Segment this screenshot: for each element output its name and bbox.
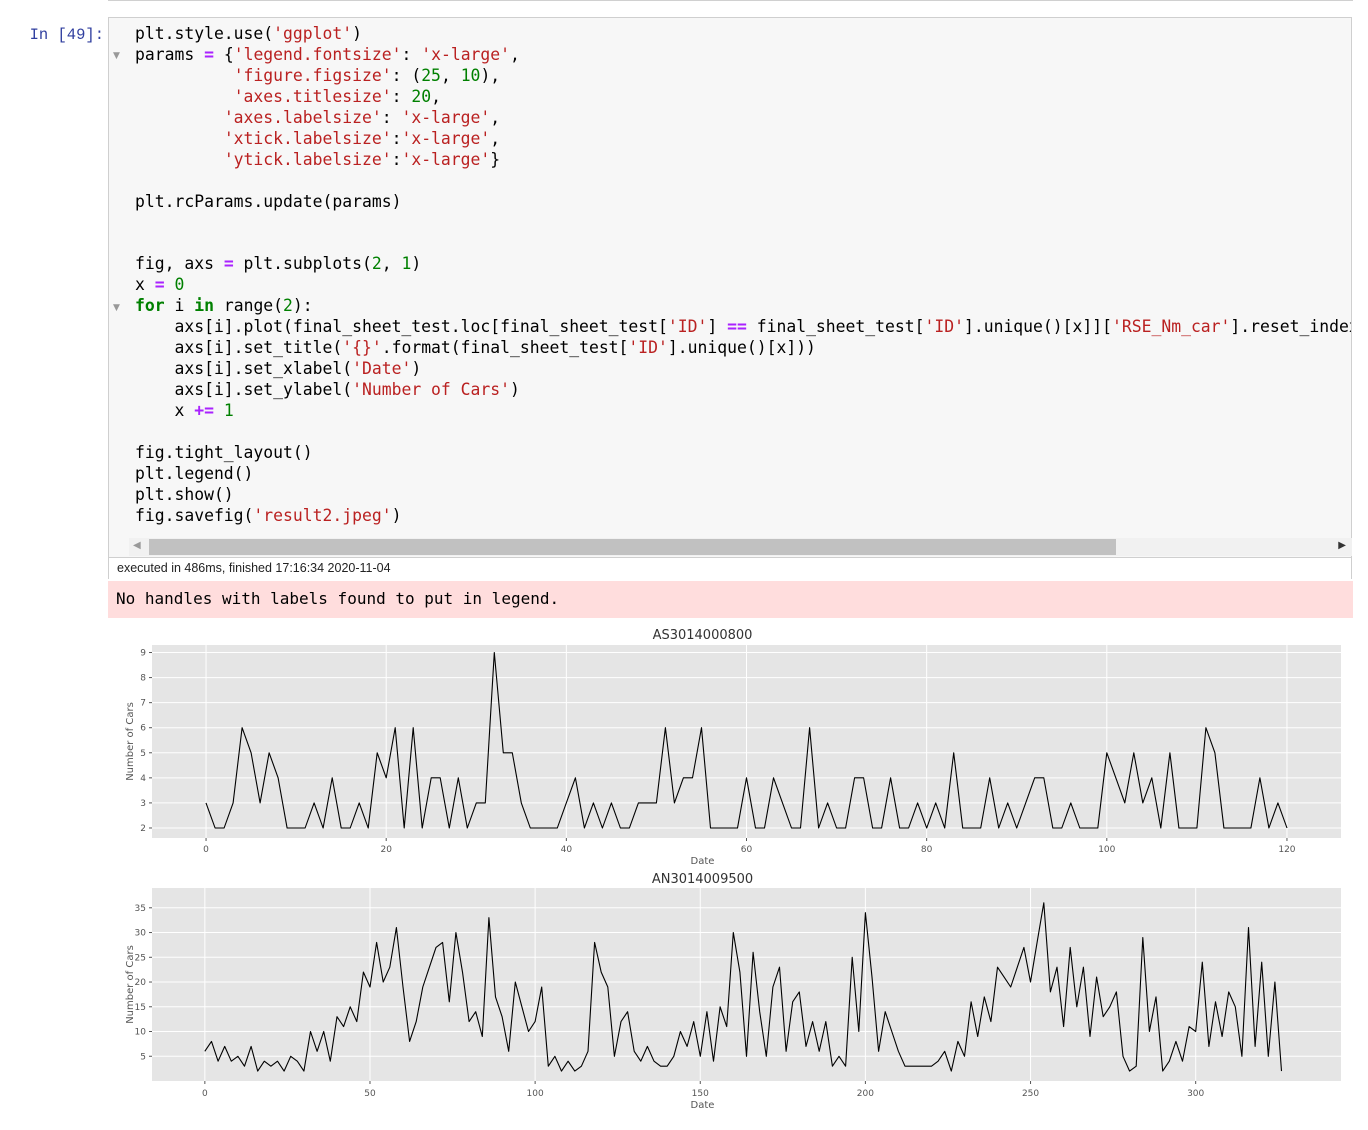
y-axis-label: Number of Cars bbox=[125, 945, 136, 1024]
code-line[interactable]: plt.style.use('ggplot') bbox=[135, 24, 1351, 45]
code-line[interactable]: for i in range(2): bbox=[135, 296, 1351, 317]
x-axis-label: Date bbox=[691, 1100, 715, 1111]
code-line[interactable]: x += 1 bbox=[135, 401, 1351, 422]
scroll-left-icon[interactable]: ◀ bbox=[133, 540, 141, 551]
execution-info: executed in 486ms, finished 17:16:34 202… bbox=[109, 557, 1351, 579]
x-tick-label: 0 bbox=[203, 845, 209, 855]
chart-title: AS3014000800 bbox=[653, 628, 753, 643]
code-line[interactable]: fig.savefig('result2.jpeg') bbox=[135, 506, 1351, 527]
code-line[interactable] bbox=[135, 233, 1351, 254]
y-tick-label: 15 bbox=[135, 1003, 146, 1013]
y-tick-label: 10 bbox=[135, 1028, 147, 1038]
y-tick-label: 8 bbox=[140, 674, 146, 684]
code-line[interactable]: axs[i].set_title('{}'.format(final_sheet… bbox=[135, 338, 1351, 359]
x-tick-label: 150 bbox=[692, 1089, 709, 1099]
x-tick-label: 200 bbox=[857, 1089, 874, 1099]
code-line[interactable]: fig, axs = plt.subplots(2, 1) bbox=[135, 254, 1351, 275]
x-tick-label: 0 bbox=[202, 1089, 208, 1099]
y-tick-label: 35 bbox=[135, 904, 146, 914]
horizontal-scrollbar[interactable]: ◀ ▶ bbox=[129, 538, 1352, 556]
code-line[interactable] bbox=[135, 212, 1351, 233]
fold-gutter: ▼ ▼ bbox=[109, 18, 129, 558]
code-line[interactable]: 'xtick.labelsize':'x-large', bbox=[135, 129, 1351, 150]
chart-title: AN3014009500 bbox=[652, 872, 753, 887]
y-tick-label: 20 bbox=[135, 978, 147, 988]
fold-arrow-icon[interactable]: ▼ bbox=[113, 51, 120, 61]
code-line[interactable]: params = {'legend.fontsize': 'x-large', bbox=[135, 45, 1351, 66]
previous-cell-border bbox=[108, 0, 1353, 1]
plot-figure: 0 20 40 60 80 100 12023456789AS3014000800DateN… bbox=[125, 628, 1341, 1111]
x-tick-label: 100 bbox=[527, 1089, 544, 1099]
x-tick-label: 50 bbox=[364, 1089, 376, 1099]
x-tick-label: 300 bbox=[1187, 1089, 1204, 1099]
y-tick-label: 30 bbox=[135, 929, 147, 939]
x-tick-label: 40 bbox=[561, 845, 573, 855]
code-line[interactable]: plt.legend() bbox=[135, 464, 1351, 485]
code-line[interactable]: x = 0 bbox=[135, 275, 1351, 296]
code-line[interactable]: 'ytick.labelsize':'x-large'} bbox=[135, 150, 1351, 171]
stderr-output: No handles with labels found to put in l… bbox=[108, 581, 1353, 618]
code-editor[interactable]: plt.style.use('ggplot') params = {'legend… bbox=[135, 24, 1351, 540]
code-line[interactable] bbox=[135, 171, 1351, 192]
x-tick-label: 80 bbox=[921, 845, 933, 855]
y-tick-label: 3 bbox=[140, 799, 146, 809]
code-line[interactable]: axs[i].set_xlabel('Date') bbox=[135, 359, 1351, 380]
code-line[interactable]: plt.show() bbox=[135, 485, 1351, 506]
cell-prompt: In [49]: bbox=[29, 26, 104, 44]
y-tick-label: 9 bbox=[140, 649, 146, 659]
code-cell[interactable]: ▼ ▼ plt.style.use('ggplot') params = {'le… bbox=[108, 17, 1352, 579]
y-tick-label: 5 bbox=[140, 749, 146, 759]
code-line[interactable]: 'axes.titlesize': 20, bbox=[135, 87, 1351, 108]
code-line[interactable]: axs[i].set_ylabel('Number of Cars') bbox=[135, 380, 1351, 401]
y-tick-label: 6 bbox=[140, 724, 146, 734]
code-line[interactable]: plt.rcParams.update(params) bbox=[135, 192, 1351, 213]
y-tick-label: 5 bbox=[140, 1052, 146, 1062]
x-tick-label: 250 bbox=[1022, 1089, 1039, 1099]
code-line[interactable] bbox=[135, 422, 1351, 443]
x-tick-label: 100 bbox=[1098, 845, 1115, 855]
y-tick-label: 2 bbox=[140, 824, 146, 834]
x-tick-label: 60 bbox=[741, 845, 753, 855]
x-axis-label: Date bbox=[691, 856, 715, 867]
scrollbar-thumb[interactable] bbox=[149, 539, 1116, 555]
code-line[interactable]: fig.tight_layout() bbox=[135, 443, 1351, 464]
y-tick-label: 25 bbox=[135, 953, 146, 963]
code-line[interactable]: axs[i].plot(final_sheet_test.loc[final_s… bbox=[135, 317, 1351, 338]
y-tick-label: 7 bbox=[140, 699, 146, 709]
scroll-right-icon[interactable]: ▶ bbox=[1338, 540, 1346, 551]
x-tick-label: 20 bbox=[380, 845, 392, 855]
code-line[interactable]: 'figure.figsize': (25, 10), bbox=[135, 66, 1351, 87]
y-axis-label: Number of Cars bbox=[125, 702, 136, 781]
x-tick-label: 120 bbox=[1278, 845, 1295, 855]
fold-arrow-icon[interactable]: ▼ bbox=[113, 303, 120, 313]
code-line[interactable]: 'axes.labelsize': 'x-large', bbox=[135, 108, 1351, 129]
y-tick-label: 4 bbox=[140, 774, 146, 784]
plot-output: 0 20 40 60 80 100 120 2 3 4 5 6 7 8 9 AS3014000800 Date N… bbox=[108, 622, 1353, 1122]
